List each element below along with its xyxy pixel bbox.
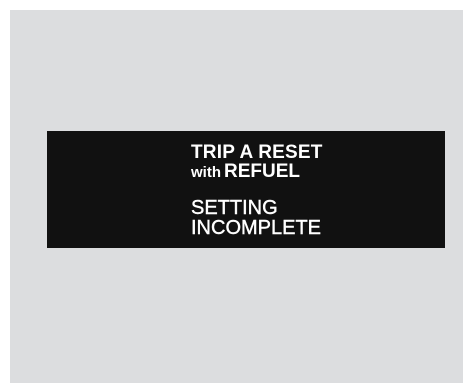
trip-a-reset-label: TRIP A RESET <box>191 142 323 163</box>
refuel-text: REFUEL <box>224 161 300 182</box>
info-display-screen: TRIP A RESET with REFUEL SETTING INCOMPLE… <box>47 131 445 248</box>
with-text: with <box>191 164 221 181</box>
incomplete-label: INCOMPLETE <box>191 217 322 239</box>
setting-label: SETTING <box>191 197 278 219</box>
illustration-frame: TRIP A RESET with REFUEL SETTING INCOMPLE… <box>10 10 463 383</box>
with-refuel-label: with REFUEL <box>191 162 300 181</box>
